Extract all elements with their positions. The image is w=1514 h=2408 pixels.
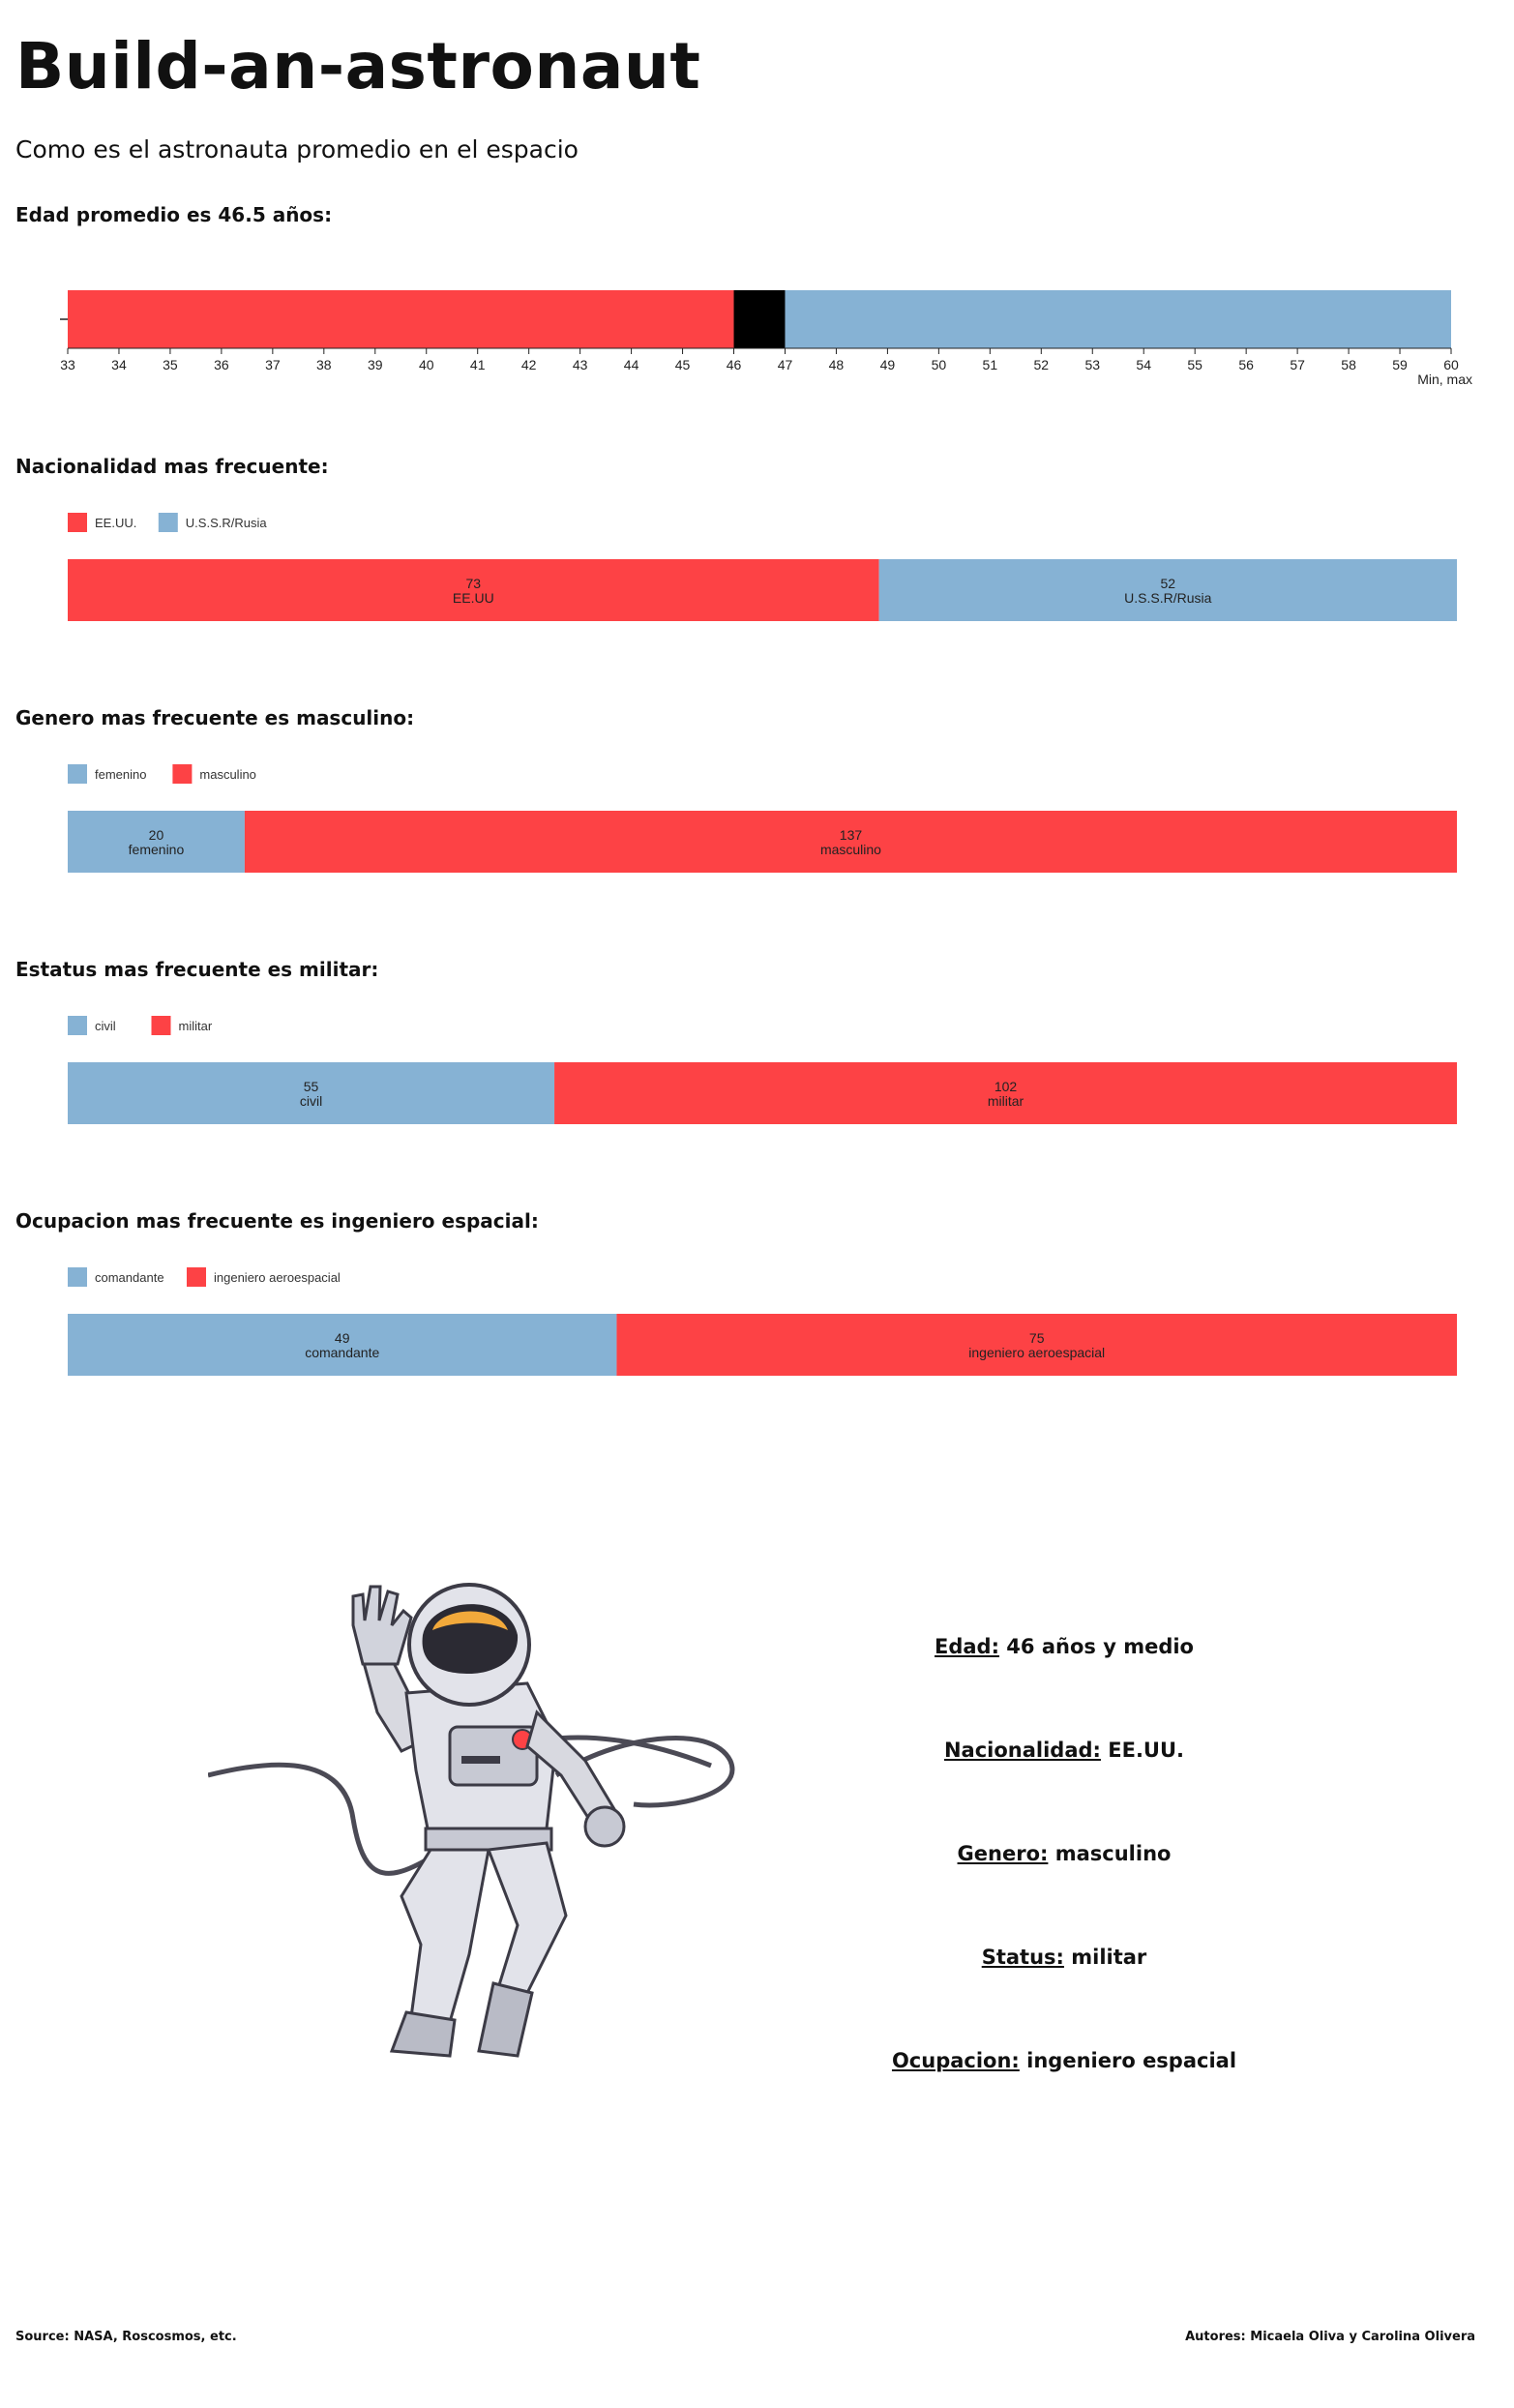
bar-name-label-0: femenino (129, 842, 185, 857)
legend-swatch-1 (172, 764, 193, 784)
summary-nacionalidad: Nacionalidad: EE.UU. (871, 1739, 1258, 1762)
legend-label-0: femenino (95, 767, 146, 782)
summary-nacionalidad-value: EE.UU. (1108, 1739, 1185, 1762)
legend-swatch-0 (68, 1267, 87, 1287)
bar-value-label-1: 75 (1029, 1330, 1045, 1346)
age-tick-label: 44 (624, 357, 639, 372)
summary-edad-key: Edad: (935, 1635, 999, 1658)
gender-chart-title: Genero mas frecuente es masculino: (15, 706, 415, 729)
legend-swatch-0 (68, 513, 87, 532)
summary-edad: Edad: 46 años y medio (871, 1635, 1258, 1658)
bar-value-label-1: 52 (1161, 576, 1176, 591)
age-bar-segment-2 (785, 290, 1451, 348)
legend-swatch-1 (151, 1016, 171, 1035)
age-tick-label: 54 (1136, 357, 1151, 372)
bar-value-label-1: 102 (994, 1079, 1018, 1094)
age-axis-note: Min, max (1417, 372, 1472, 387)
age-tick-label: 46 (727, 357, 742, 372)
age-tick-label: 43 (573, 357, 588, 372)
gender-chart: femenino masculino20femenino137masculino (68, 764, 1457, 873)
summary-edad-value: 46 años y medio (1006, 1635, 1194, 1658)
age-tick-label: 33 (60, 357, 75, 372)
age-bar-segment-0 (68, 290, 734, 348)
age-tick-label: 48 (829, 357, 845, 372)
age-tick-label: 51 (983, 357, 998, 372)
age-tick-label: 37 (265, 357, 281, 372)
age-chart: 33 34 35 36 37 38 39 40 41 42 43 44 45 46 47 48 49 50 51 52… (60, 290, 1472, 387)
bar-value-label-0: 20 (149, 827, 164, 843)
age-tick-label: 57 (1290, 357, 1305, 372)
bar-name-label-1: U.S.S.R/Rusia (1124, 590, 1211, 606)
summary-status: Status: militar (871, 1946, 1258, 1969)
age-tick-label: 55 (1187, 357, 1202, 372)
age-tick-label: 38 (316, 357, 332, 372)
legend-swatch-0 (68, 764, 87, 784)
age-tick-label: 36 (214, 357, 229, 372)
summary-ocupacion-key: Ocupacion: (891, 2049, 1020, 2072)
occupation-chart-title: Ocupacion mas frecuente es ingeniero esp… (15, 1209, 539, 1233)
legend-label-1: ingeniero aeroespacial (214, 1270, 341, 1285)
age-tick-label: 41 (470, 357, 486, 372)
bar-name-label-1: masculino (820, 842, 881, 857)
age-tick-label: 59 (1392, 357, 1408, 372)
status-chart: civil militar55civil102militar (68, 1016, 1457, 1124)
summary-status-value: militar (1071, 1946, 1147, 1969)
summary-genero-key: Genero: (957, 1842, 1049, 1865)
legend-swatch-1 (158, 513, 178, 532)
occupation-chart: comandante ingeniero aeroespacial49comand… (68, 1267, 1457, 1376)
legend-swatch-1 (187, 1267, 206, 1287)
legend-label-0: comandante (95, 1270, 164, 1285)
age-chart-title: Edad promedio es 46.5 años: (15, 203, 333, 226)
summary-genero-value: masculino (1054, 1842, 1172, 1865)
legend-label-1: militar (179, 1019, 213, 1033)
age-tick-label: 45 (675, 357, 691, 372)
summary-ocupacion-value: ingeniero espacial (1026, 2049, 1237, 2072)
nationality-chart: EE.UU. U.S.S.R/Rusia73EE.UU52U.S.S.R/Rusi… (68, 513, 1457, 621)
age-tick-label: 34 (111, 357, 127, 372)
legend-label-0: EE.UU. (95, 516, 136, 530)
bar-value-label-0: 55 (304, 1079, 319, 1094)
legend-label-0: civil (95, 1019, 116, 1033)
age-tick-label: 52 (1034, 357, 1050, 372)
summary-ocupacion: Ocupacion: ingeniero espacial (871, 2049, 1258, 2072)
age-tick-label: 39 (368, 357, 383, 372)
age-tick-label: 47 (778, 357, 793, 372)
age-tick-label: 53 (1084, 357, 1100, 372)
astronaut-illustration (208, 1583, 735, 2058)
age-tick-label: 50 (932, 357, 947, 372)
age-tick-label: 60 (1443, 357, 1459, 372)
summary-nacionalidad-key: Nacionalidad: (943, 1739, 1101, 1762)
age-bar-segment-1 (733, 290, 786, 348)
page-title: Build-an-astronaut (15, 29, 701, 104)
age-tick-label: 35 (163, 357, 178, 372)
summary-genero: Genero: masculino (871, 1842, 1258, 1865)
bar-value-label-0: 49 (335, 1330, 350, 1346)
age-tick-label: 49 (880, 357, 896, 372)
age-tick-label: 42 (521, 357, 537, 372)
page-subtitle: Como es el astronauta promedio en el esp… (15, 135, 579, 164)
summary-status-key: Status: (981, 1946, 1064, 1969)
footer-source: Source: NASA, Roscosmos, etc. (15, 2330, 237, 2344)
bar-name-label-1: ingeniero aeroespacial (968, 1345, 1105, 1360)
status-chart-title: Estatus mas frecuente es militar: (15, 958, 379, 981)
nationality-chart-title: Nacionalidad mas frecuente: (15, 455, 329, 478)
bar-value-label-1: 137 (840, 827, 863, 843)
bar-name-label-0: comandante (305, 1345, 379, 1360)
footer-authors: Autores: Micaela Oliva y Carolina Oliver… (1185, 2330, 1475, 2344)
bar-value-label-0: 73 (466, 576, 482, 591)
legend-label-1: masculino (199, 767, 256, 782)
age-tick-label: 58 (1341, 357, 1356, 372)
bar-name-label-1: militar (988, 1093, 1024, 1109)
bar-name-label-0: civil (300, 1093, 322, 1109)
bar-name-label-0: EE.UU (453, 590, 494, 606)
age-tick-label: 40 (419, 357, 434, 372)
legend-swatch-0 (68, 1016, 87, 1035)
legend-label-1: U.S.S.R/Rusia (186, 516, 268, 530)
age-tick-label: 56 (1238, 357, 1254, 372)
